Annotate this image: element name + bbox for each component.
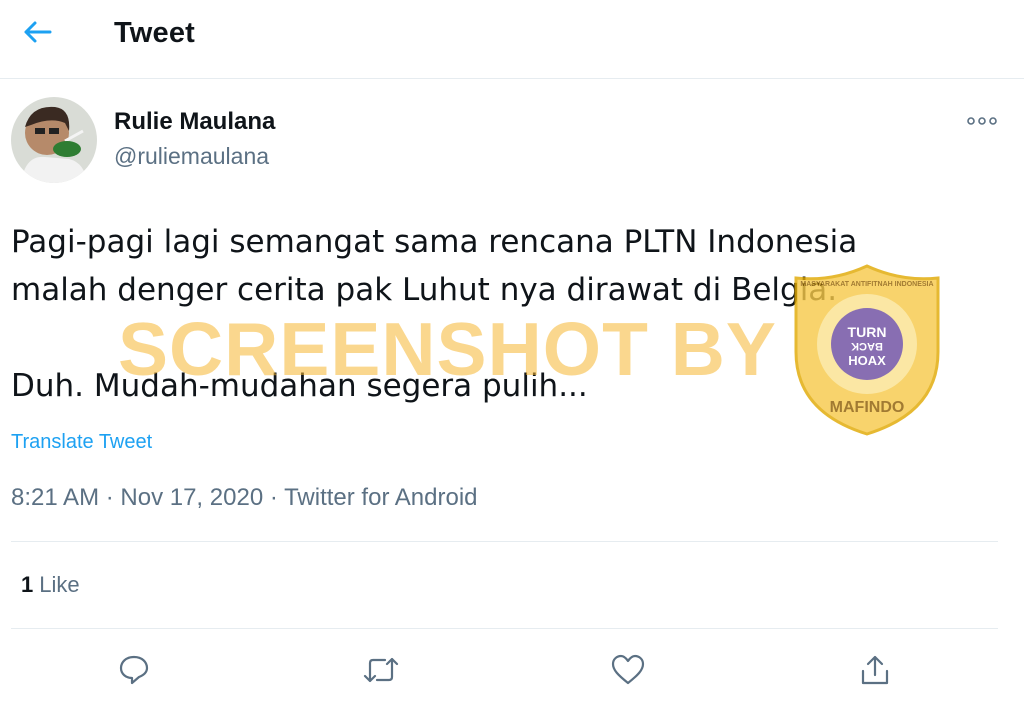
likes-label: Like — [39, 572, 80, 597]
page-title: Tweet — [114, 17, 196, 49]
arrow-left-icon — [23, 20, 53, 49]
author-name[interactable]: Rulie Maulana — [114, 108, 275, 136]
retweet-button[interactable] — [359, 652, 403, 692]
more-options-button[interactable] — [960, 110, 1004, 134]
header: Tweet — [0, 0, 1024, 79]
mafindo-badge: TURN BACK HOAX MAFINDO MASYARAKAT ANTIFI… — [792, 262, 942, 438]
likes-count: 1 — [21, 572, 34, 597]
badge-line: HOAX — [848, 353, 886, 368]
retweet-icon — [361, 653, 401, 692]
divider — [11, 541, 998, 542]
meta-separator: · — [99, 484, 121, 511]
watermark-text: SCREENSHOT BY — [118, 307, 777, 391]
tweet-page: Tweet Rulie Maulana @ruliemaulana Pagi-p… — [0, 0, 1024, 706]
badge-line: BACK — [851, 340, 883, 352]
likes-stat[interactable]: 1 Like — [21, 572, 80, 598]
more-icon — [966, 113, 998, 131]
tweet-source[interactable]: Twitter for Android — [284, 484, 477, 511]
divider — [11, 628, 998, 629]
avatar[interactable] — [11, 97, 97, 183]
tweet-time[interactable]: 8:21 AM — [11, 484, 99, 511]
reply-icon — [117, 653, 151, 692]
badge-line: TURN — [848, 324, 887, 340]
share-button[interactable] — [853, 652, 897, 692]
badge-top: MASYARAKAT ANTIFITNAH INDONESIA — [800, 281, 933, 288]
like-icon — [610, 653, 646, 692]
share-icon — [858, 653, 892, 692]
back-button[interactable] — [16, 14, 60, 54]
meta-separator: · — [263, 484, 285, 511]
badge-bottom: MAFINDO — [830, 399, 905, 416]
author-handle[interactable]: @ruliemaulana — [114, 143, 269, 170]
tweet-date[interactable]: Nov 17, 2020 — [120, 484, 263, 511]
translate-tweet-link[interactable]: Translate Tweet — [11, 431, 152, 454]
reply-button[interactable] — [112, 652, 156, 692]
like-button[interactable] — [606, 652, 650, 692]
tweet-meta: 8:21 AM · Nov 17, 2020 · Twitter for And… — [11, 484, 478, 512]
tweet-line: Pagi-pagi lagi semangat sama rencana PLT… — [11, 224, 858, 260]
